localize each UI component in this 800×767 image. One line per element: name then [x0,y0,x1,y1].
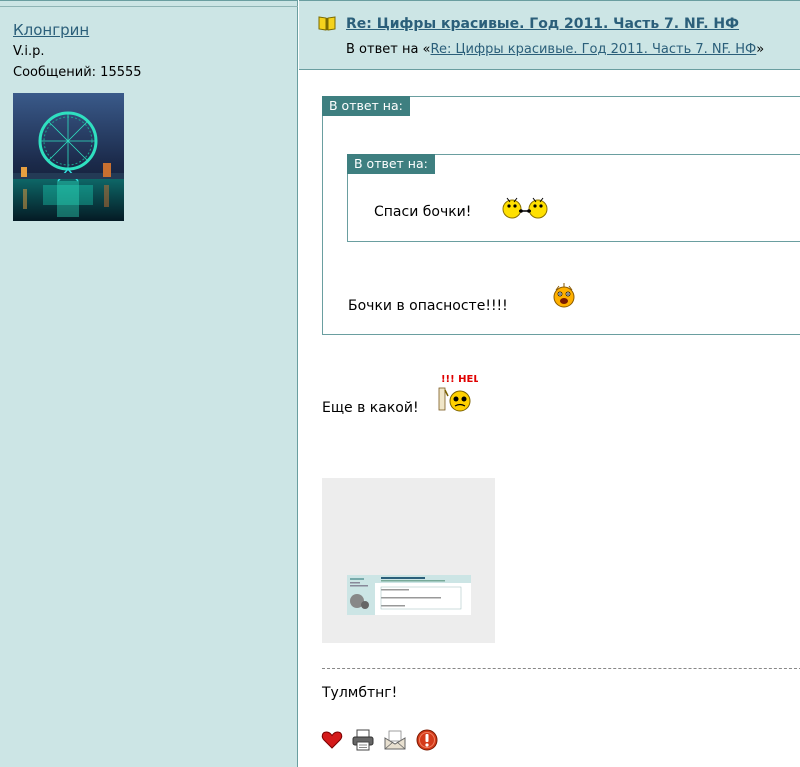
alert-icon[interactable] [416,729,438,751]
quote-label-outer: В ответ на: [322,96,410,116]
avatar [13,93,124,221]
sidebar-top-divider [0,1,298,7]
author-post-count: Сообщений: 15555 [13,65,142,80]
reply-prefix: В ответ на « [346,42,431,57]
post-header: Re: Цифры красивые. Год 2011. Часть 7. N… [299,0,800,70]
author-name-link[interactable]: Клонгрин [13,21,89,39]
book-icon [318,15,336,31]
attached-image-thumbnail[interactable] [322,478,495,643]
post-body-text: Еще в какой! [322,400,419,416]
printer-icon[interactable] [352,729,374,751]
posts-count: 15555 [100,65,142,80]
author-rank: V.i.p. [13,44,45,59]
heart-icon[interactable] [321,729,343,751]
post-content: В ответ на: В ответ на: Спаси бочки! Боч… [299,71,800,767]
signature-text: Тулмбтнг! [322,685,398,701]
help-smiley-text: !!! HEL [441,374,478,385]
signature-separator [322,668,800,669]
quote-outer-text: Бочки в опасносте!!!! [348,298,508,314]
reply-to-link[interactable]: Re: Цифры красивые. Год 2011. Часть 7. N… [431,42,757,57]
kissing-smileys-icon [498,193,554,225]
quote-inner-text: Спаси бочки! [374,204,472,220]
quote-label-inner: В ответ на: [347,154,435,174]
mail-icon[interactable] [384,729,406,751]
quote-block-inner: В ответ на: Спаси бочки! [347,154,800,242]
author-sidebar: Клонгрин V.i.p. Сообщений: 15555 [0,0,298,767]
post-title-link[interactable]: Re: Цифры красивые. Год 2011. Часть 7. N… [346,16,739,32]
scared-smiley-icon [552,282,576,314]
quote-block-outer: В ответ на: В ответ на: Спаси бочки! Боч… [322,96,800,335]
posts-label: Сообщений: [13,65,97,80]
reply-to-line: В ответ на «Re: Цифры красивые. Год 2011… [346,42,764,57]
help-smiley-icon: !!! HEL [438,372,480,420]
thumbnail-preview [347,575,471,615]
reply-suffix: » [756,42,765,57]
